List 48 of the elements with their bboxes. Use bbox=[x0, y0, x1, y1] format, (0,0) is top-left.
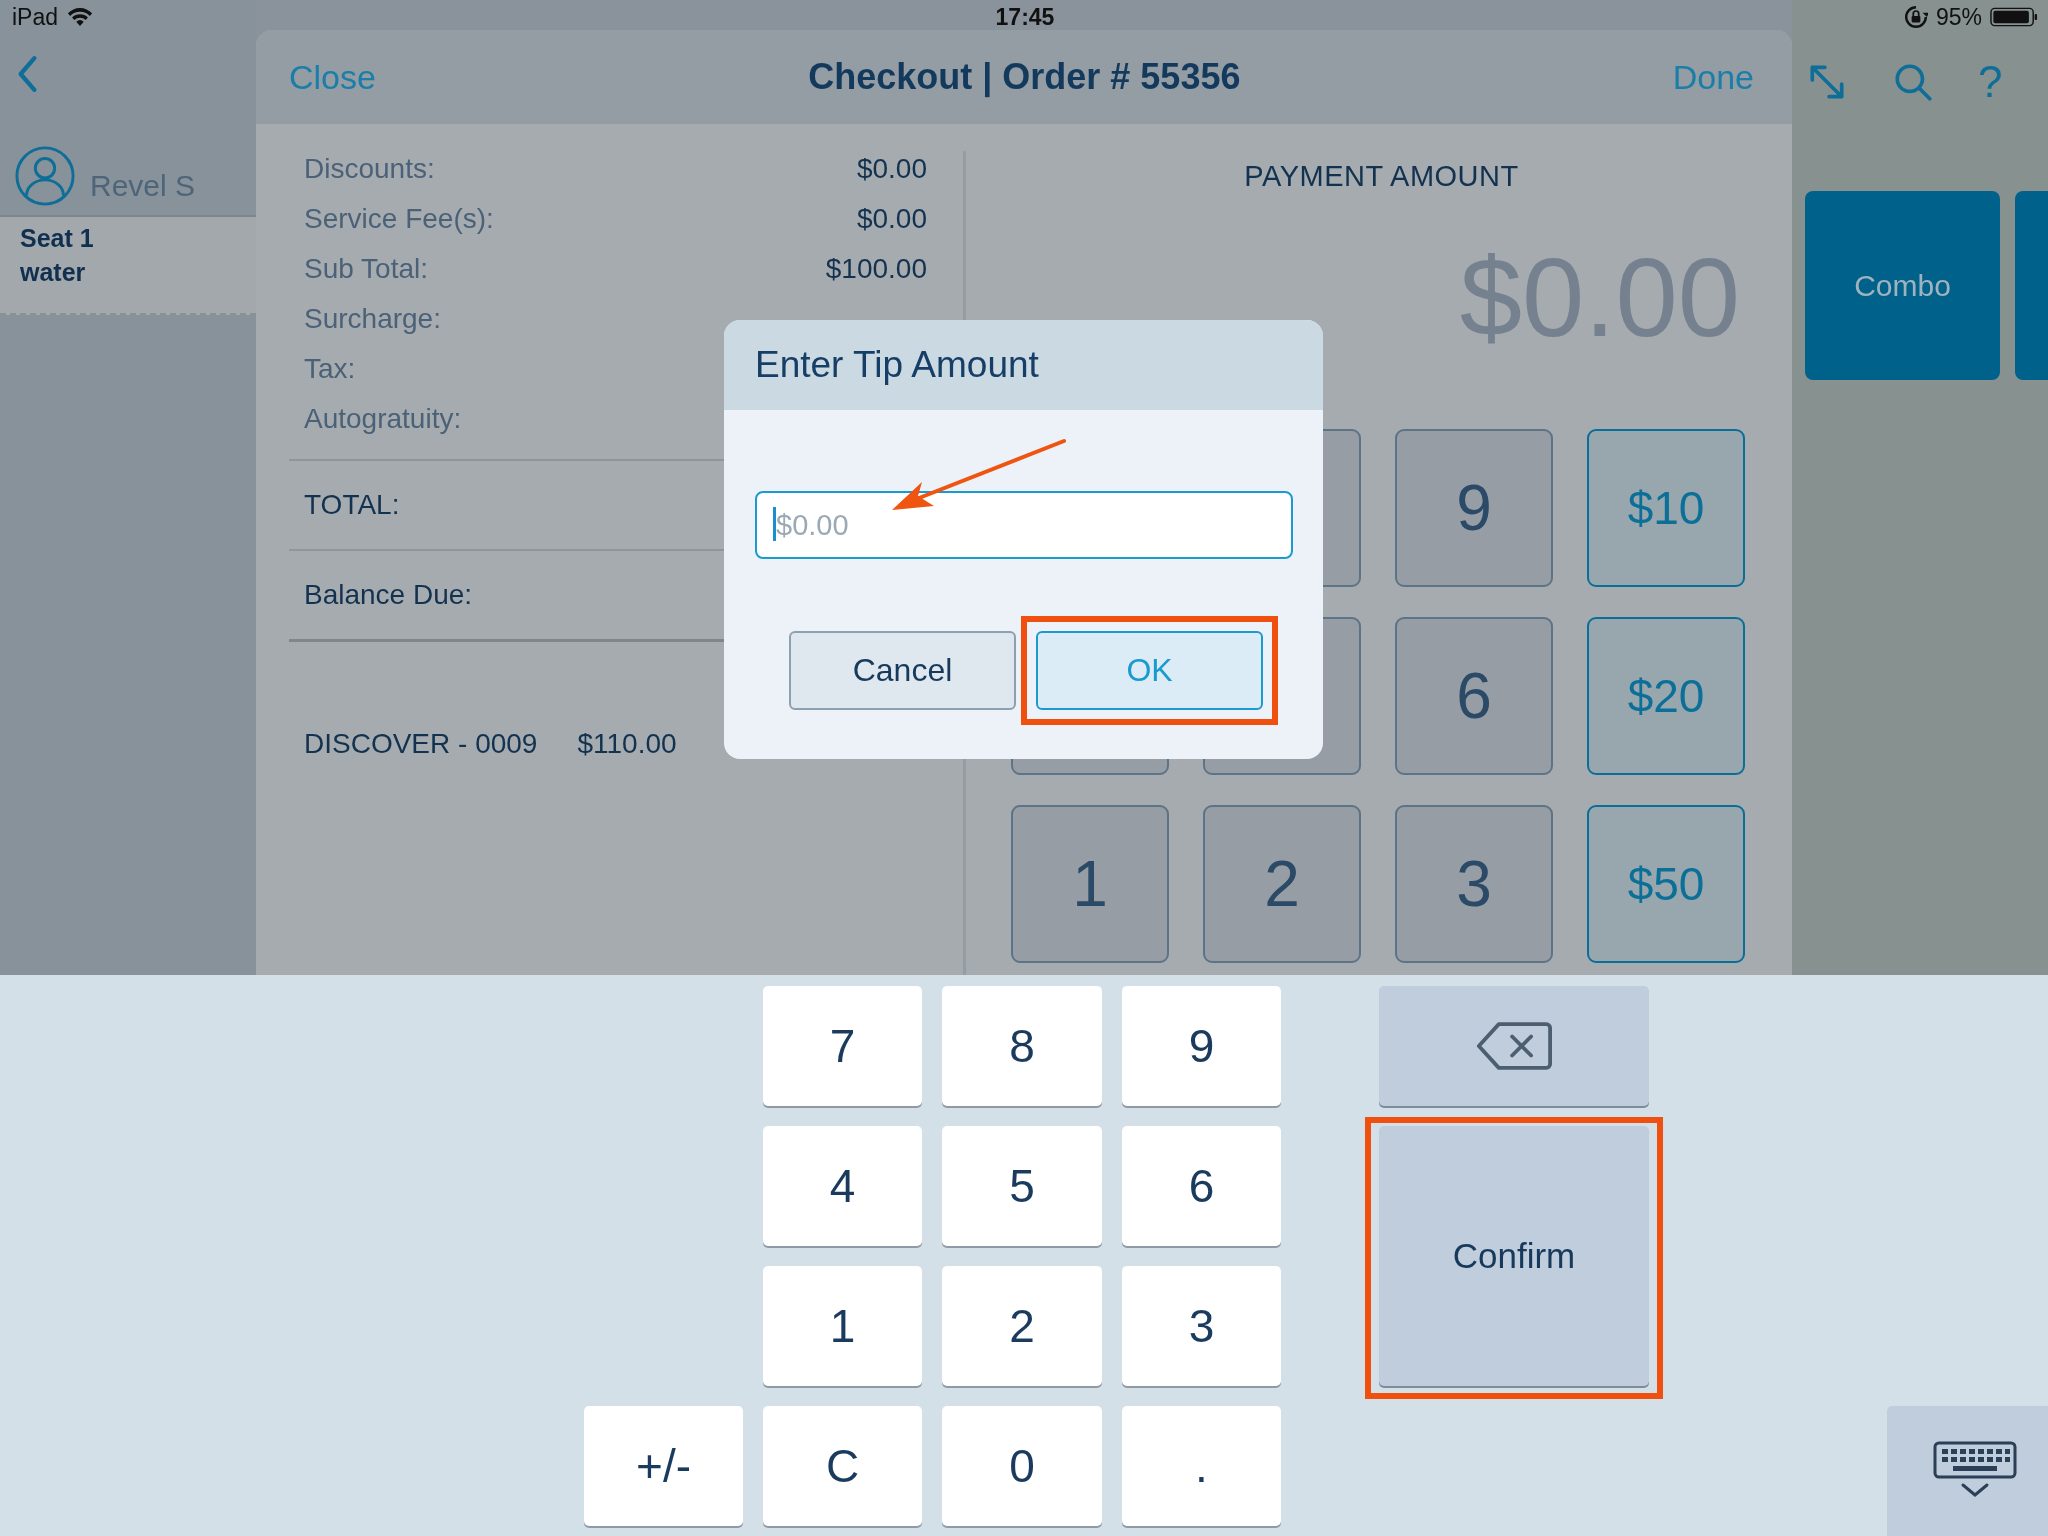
battery-icon bbox=[1990, 6, 2038, 28]
clock: 17:45 bbox=[995, 3, 1055, 31]
backspace-icon bbox=[1476, 1020, 1552, 1072]
keyboard-key[interactable]: 9 bbox=[1122, 986, 1281, 1106]
wifi-icon bbox=[66, 6, 95, 28]
keyboard-key[interactable]: . bbox=[1122, 1406, 1281, 1526]
rotation-lock-icon bbox=[1903, 5, 1928, 29]
keyboard-key[interactable]: 6 bbox=[1122, 1126, 1281, 1246]
confirm-button[interactable]: Confirm bbox=[1379, 1126, 1649, 1386]
order-item: water bbox=[20, 257, 87, 288]
summary-value: $0.00 bbox=[856, 153, 927, 185]
summary-label: Tax: bbox=[304, 353, 356, 385]
card-name: DISCOVER - 0009 bbox=[304, 728, 538, 760]
battery-percentage: 95% bbox=[1935, 3, 1982, 31]
keyboard-key[interactable]: 5 bbox=[942, 1126, 1102, 1246]
keyboard-key[interactable]: 7 bbox=[763, 986, 922, 1106]
keyboard-key[interactable]: 3 bbox=[1122, 1266, 1281, 1386]
summary-label: Surcharge: bbox=[304, 303, 441, 335]
backspace-key[interactable] bbox=[1379, 986, 1649, 1106]
cancel-button[interactable]: Cancel bbox=[789, 631, 1016, 710]
payment-amount-label: PAYMENT AMOUNT bbox=[1244, 160, 1519, 193]
keyboard-key[interactable]: 1 bbox=[763, 1266, 922, 1386]
payment-value: $110.00 bbox=[577, 728, 677, 760]
dialog-title: Enter Tip Amount bbox=[755, 344, 1039, 386]
keyboard-key[interactable]: 4 bbox=[763, 1126, 922, 1246]
keyboard-key[interactable]: +/- bbox=[584, 1406, 743, 1526]
hide-keyboard-key[interactable] bbox=[1887, 1406, 2048, 1536]
search-icon[interactable] bbox=[1892, 61, 1934, 103]
keyboard-key[interactable]: 0 bbox=[942, 1406, 1102, 1526]
total-label: TOTAL: bbox=[304, 489, 400, 521]
keyboard-key[interactable]: C bbox=[763, 1406, 922, 1526]
seat-card[interactable]: Seat 1 water bbox=[0, 217, 256, 315]
summary-label: Discounts: bbox=[304, 153, 435, 185]
summary-value: $100.00 bbox=[825, 253, 927, 285]
summary-label: Autogratuity: bbox=[304, 403, 462, 435]
keyboard-key[interactable]: 2 bbox=[942, 1266, 1102, 1386]
tip-amount-field[interactable]: $0.00 bbox=[755, 491, 1293, 559]
user-name: Revel S bbox=[90, 169, 196, 204]
summary-label: Sub Total: bbox=[304, 253, 429, 285]
back-icon[interactable] bbox=[16, 55, 38, 93]
summary-label: Service Fee(s): bbox=[304, 203, 494, 235]
device-name: iPad bbox=[12, 3, 59, 31]
summary-value: $0.00 bbox=[856, 203, 927, 235]
total-label: Balance Due: bbox=[304, 579, 473, 611]
user-avatar-icon bbox=[14, 145, 76, 207]
seat-title: Seat 1 bbox=[20, 223, 95, 254]
checkout-title: Checkout | Order # 55356 bbox=[808, 56, 1241, 98]
keyboard-key[interactable]: 8 bbox=[942, 986, 1102, 1106]
